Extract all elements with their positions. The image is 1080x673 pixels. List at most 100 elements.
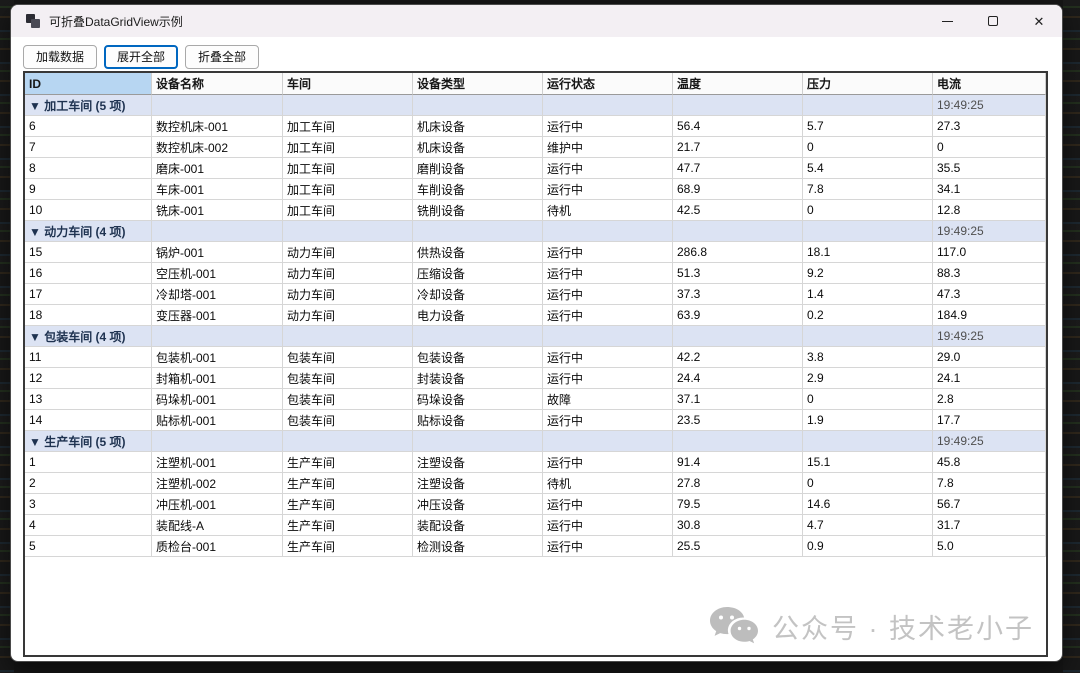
close-button[interactable]: ✕ [1016,5,1062,37]
grid-cell: 贴标机-001 [152,410,283,431]
group-header-row[interactable]: ▼ 动力车间 (4 项)19:49:25 [25,221,1046,242]
grid-cell: 注塑设备 [413,452,543,473]
grid-cell: 包装车间 [283,347,413,368]
maximize-button[interactable] [970,5,1016,37]
grid-cell [803,221,933,242]
column-header[interactable]: 温度 [673,73,803,95]
data-row[interactable]: 18变压器-001动力车间电力设备运行中63.90.2184.9 [25,305,1046,326]
grid-cell: ▼ 加工车间 (5 项) [25,95,152,116]
grid-cell: 56.7 [933,494,1046,515]
grid-cell: 29.0 [933,347,1046,368]
grid-cell: 运行中 [543,242,673,263]
data-row[interactable]: 8磨床-001加工车间磨削设备运行中47.75.435.5 [25,158,1046,179]
grid-cell [803,95,933,116]
grid-cell: 0 [803,137,933,158]
grid-cell: 27.3 [933,116,1046,137]
grid-cell: 运行中 [543,179,673,200]
grid-cell: 加工车间 [283,200,413,221]
grid-cell: 装配线-A [152,515,283,536]
grid-cell: 生产车间 [283,452,413,473]
grid-cell [673,221,803,242]
grid-cell: 运行中 [543,158,673,179]
grid-cell: 91.4 [673,452,803,473]
grid-cell: 0.2 [803,305,933,326]
data-grid: ID设备名称车间设备类型运行状态温度压力电流 ▼ 加工车间 (5 项) 19:49… [23,71,1048,657]
grid-cell: 56.4 [673,116,803,137]
grid-cell: 故障 [543,389,673,410]
grid-cell: 15.1 [803,452,933,473]
data-row[interactable]: 11包装机-001包装车间包装设备运行中42.23.829.0 [25,347,1046,368]
grid-cell [283,326,413,347]
grid-cell: 12.8 [933,200,1046,221]
grid-cell: 压缩设备 [413,263,543,284]
data-row[interactable]: 14贴标机-001包装车间贴标设备运行中23.51.917.7 [25,410,1046,431]
grid-cell: 8 [25,158,152,179]
grid-cell: ▼ 生产车间 (5 项) [25,431,152,452]
data-row[interactable]: 10铣床-001加工车间铣削设备待机42.5012.8 [25,200,1046,221]
column-header[interactable]: 压力 [803,73,933,95]
grid-cell: 2.9 [803,368,933,389]
titlebar[interactable]: 可折叠DataGridView示例 ✕ [11,5,1062,37]
data-row[interactable]: 12封箱机-001包装车间封装设备运行中24.42.924.1 [25,368,1046,389]
column-header[interactable]: 设备名称 [152,73,283,95]
grid-cell: 冲压机-001 [152,494,283,515]
data-row[interactable]: 2注塑机-002生产车间注塑设备待机27.807.8 [25,473,1046,494]
grid-cell: 19:49:25 [933,95,1046,116]
grid-cell: 数控机床-002 [152,137,283,158]
grid-cell [283,221,413,242]
grid-cell: 14 [25,410,152,431]
group-header-row[interactable]: ▼ 包装车间 (4 项)19:49:25 [25,326,1046,347]
grid-cell: 25.5 [673,536,803,557]
grid-cell: 包装车间 [283,389,413,410]
data-row[interactable]: 17冷却塔-001动力车间冷却设备运行中37.31.447.3 [25,284,1046,305]
grid-cell: 空压机-001 [152,263,283,284]
data-row[interactable]: 6数控机床-001加工车间机床设备运行中56.45.727.3 [25,116,1046,137]
column-header[interactable]: 车间 [283,73,413,95]
grid-cell: 加工车间 [283,158,413,179]
watermark-text: 公众号 · 技术老小子 [772,607,1034,646]
column-header[interactable]: 运行状态 [543,73,673,95]
data-row[interactable]: 7数控机床-002加工车间机床设备维护中21.700 [25,137,1046,158]
grid-cell: 184.9 [933,305,1046,326]
grid-cell: 1.4 [803,284,933,305]
grid-cell: 冷却塔-001 [152,284,283,305]
data-row[interactable]: 15锅炉-001动力车间供热设备运行中286.818.1117.0 [25,242,1046,263]
grid-cell: 码垛机-001 [152,389,283,410]
grid-cell [152,431,283,452]
data-row[interactable]: 1注塑机-001生产车间注塑设备运行中91.415.145.8 [25,452,1046,473]
load-data-button[interactable]: 加载数据 [23,45,97,69]
grid-cell: 生产车间 [283,536,413,557]
grid-cell: 0.9 [803,536,933,557]
data-row[interactable]: 16空压机-001动力车间压缩设备运行中51.39.288.3 [25,263,1046,284]
grid-cell: 34.1 [933,179,1046,200]
grid-cell: 注塑机-002 [152,473,283,494]
grid-cell [543,221,673,242]
grid-cell: 42.5 [673,200,803,221]
grid-cell: 机床设备 [413,116,543,137]
grid-cell: 封装设备 [413,368,543,389]
grid-cell: 锅炉-001 [152,242,283,263]
data-row[interactable]: 13码垛机-001包装车间码垛设备故障37.102.8 [25,389,1046,410]
grid-cell: 运行中 [543,368,673,389]
grid-cell: 运行中 [543,116,673,137]
grid-cell: 19:49:25 [933,221,1046,242]
grid-cell: 9 [25,179,152,200]
data-row[interactable]: 4装配线-A生产车间装配设备运行中30.84.731.7 [25,515,1046,536]
group-header-row[interactable]: ▼ 加工车间 (5 项) 19:49:25 [25,95,1046,116]
column-header[interactable]: 设备类型 [413,73,543,95]
group-header-row[interactable]: ▼ 生产车间 (5 项)19:49:25 [25,431,1046,452]
close-icon: ✕ [1034,15,1045,28]
grid-cell: 37.3 [673,284,803,305]
minimize-button[interactable] [924,5,970,37]
grid-cell [803,326,933,347]
collapse-all-button[interactable]: 折叠全部 [185,45,259,69]
grid-cell: 12 [25,368,152,389]
grid-cell: 质检台-001 [152,536,283,557]
column-header[interactable]: ID [25,73,152,95]
data-row[interactable]: 9车床-001加工车间车削设备运行中68.97.834.1 [25,179,1046,200]
expand-all-button[interactable]: 展开全部 [104,45,178,69]
column-header[interactable]: 电流 [933,73,1046,95]
data-row[interactable]: 5质检台-001生产车间检测设备运行中25.50.95.0 [25,536,1046,557]
grid-cell: 生产车间 [283,473,413,494]
data-row[interactable]: 3冲压机-001生产车间冲压设备运行中79.514.656.7 [25,494,1046,515]
